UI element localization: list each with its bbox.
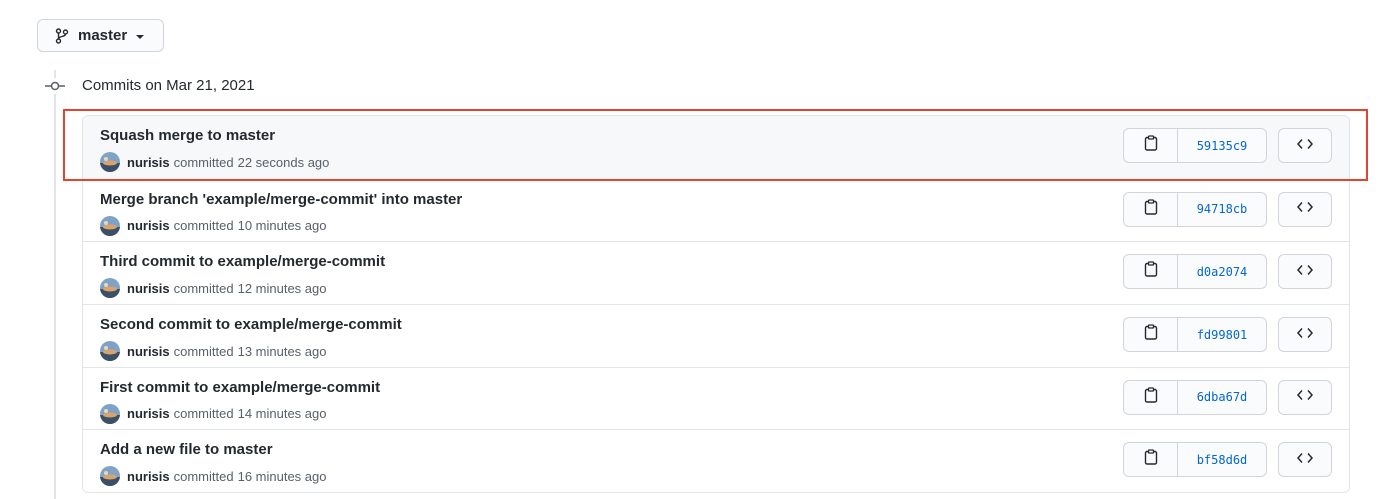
browse-repo-button[interactable]: [1278, 128, 1332, 163]
commit-meta: nurisis committed 12 minutes ago: [100, 278, 327, 299]
commit-row: Second commit to example/merge-commit nu…: [83, 304, 1349, 367]
commit-meta: nurisis committed 13 minutes ago: [100, 341, 327, 362]
commit-title-link[interactable]: Second commit to example/merge-commit: [100, 316, 402, 333]
commit-sha-link[interactable]: d0a2074: [1178, 255, 1266, 288]
commit-time: 12 minutes ago: [237, 280, 327, 296]
commit-verb: committed: [173, 218, 234, 234]
sha-button-group: 94718cb: [1123, 191, 1267, 227]
commit-row: Squash merge to master nurisis committed…: [83, 116, 1349, 179]
caret-down-icon: [136, 34, 145, 39]
clipboard-icon: [1144, 449, 1158, 470]
sha-button-group: fd99801: [1123, 317, 1267, 353]
commit-sha-link[interactable]: 59135c9: [1178, 129, 1266, 162]
commit-title-link[interactable]: Merge branch 'example/merge-commit' into…: [100, 191, 462, 208]
browse-repo-button[interactable]: [1278, 317, 1332, 353]
commit-list: Squash merge to master nurisis committed…: [82, 115, 1350, 494]
commit-sha-link[interactable]: 6dba67d: [1178, 381, 1266, 414]
commit-group-heading: Commits on Mar 21, 2021: [82, 77, 255, 94]
copy-sha-button[interactable]: [1124, 129, 1178, 162]
avatar[interactable]: [100, 341, 120, 362]
sha-button-group: bf58d6d: [1123, 442, 1267, 478]
commit-title-link[interactable]: Squash merge to master: [100, 127, 275, 144]
commit-verb: committed: [173, 406, 234, 422]
avatar[interactable]: [100, 278, 120, 299]
commit-author-link[interactable]: nurisis: [127, 281, 170, 296]
commit-verb: committed: [173, 280, 234, 296]
commits-page: master Commits on Mar 21, 2021 Squash me…: [0, 0, 1400, 499]
clipboard-icon: [1144, 199, 1158, 220]
copy-sha-button[interactable]: [1124, 443, 1178, 477]
code-icon: [1296, 451, 1314, 469]
commit-row: Third commit to example/merge-commit nur…: [83, 241, 1349, 305]
sha-button-group: d0a2074: [1123, 254, 1267, 290]
git-commit-icon: [45, 78, 65, 94]
commit-time: 10 minutes ago: [237, 218, 327, 234]
copy-sha-button[interactable]: [1124, 380, 1178, 414]
commit-author-link[interactable]: nurisis: [127, 218, 170, 233]
commit-row: Add a new file to master nurisis committ…: [83, 429, 1349, 493]
browse-repo-button[interactable]: [1278, 191, 1332, 227]
browse-repo-button[interactable]: [1278, 379, 1332, 415]
code-icon: [1296, 388, 1314, 406]
commit-verb: committed: [173, 154, 234, 170]
commit-author-link[interactable]: nurisis: [127, 469, 170, 484]
commit-title-link[interactable]: First commit to example/merge-commit: [100, 379, 380, 396]
commit-time: 22 seconds ago: [237, 154, 330, 170]
code-icon: [1296, 326, 1314, 344]
commit-title-link[interactable]: Add a new file to master: [100, 441, 273, 458]
clipboard-icon: [1144, 261, 1158, 282]
commit-author-link[interactable]: nurisis: [127, 155, 170, 170]
commit-time: 13 minutes ago: [237, 343, 327, 359]
commit-meta: nurisis committed 22 seconds ago: [100, 152, 329, 172]
clipboard-icon: [1144, 387, 1158, 408]
git-branch-icon: [55, 27, 69, 44]
code-icon: [1296, 200, 1314, 218]
browse-repo-button[interactable]: [1278, 442, 1332, 478]
avatar[interactable]: [100, 215, 120, 236]
clipboard-icon: [1144, 324, 1158, 345]
code-icon: [1296, 263, 1314, 281]
sha-button-group: 6dba67d: [1123, 379, 1267, 415]
commit-row: First commit to example/merge-commit nur…: [83, 366, 1349, 430]
commit-verb: committed: [173, 468, 234, 484]
commit-author-link[interactable]: nurisis: [127, 406, 170, 421]
commit-sha-link[interactable]: fd99801: [1178, 318, 1266, 351]
commit-meta: nurisis committed 14 minutes ago: [100, 403, 327, 424]
commit-meta: nurisis committed 10 minutes ago: [100, 215, 327, 236]
clipboard-icon: [1144, 135, 1158, 156]
branch-name: master: [78, 27, 128, 44]
commit-time: 16 minutes ago: [237, 468, 327, 484]
commit-verb: committed: [173, 343, 234, 359]
commit-meta: nurisis committed 16 minutes ago: [100, 466, 327, 487]
code-icon: [1296, 137, 1314, 155]
browse-repo-button[interactable]: [1278, 254, 1332, 290]
commit-time: 14 minutes ago: [237, 406, 327, 422]
copy-sha-button[interactable]: [1124, 318, 1178, 352]
avatar[interactable]: [100, 403, 120, 424]
sha-button-group: 59135c9: [1123, 128, 1267, 163]
commit-sha-link[interactable]: 94718cb: [1178, 193, 1266, 226]
commit-row: Merge branch 'example/merge-commit' into…: [83, 178, 1349, 242]
copy-sha-button[interactable]: [1124, 192, 1178, 226]
branch-selector-button[interactable]: master: [37, 19, 164, 52]
commit-author-link[interactable]: nurisis: [127, 344, 170, 359]
avatar[interactable]: [100, 152, 120, 172]
commit-sha-link[interactable]: bf58d6d: [1178, 443, 1266, 476]
copy-sha-button[interactable]: [1124, 255, 1178, 289]
avatar[interactable]: [100, 466, 120, 487]
timeline-line: [54, 70, 56, 499]
commit-title-link[interactable]: Third commit to example/merge-commit: [100, 253, 385, 270]
